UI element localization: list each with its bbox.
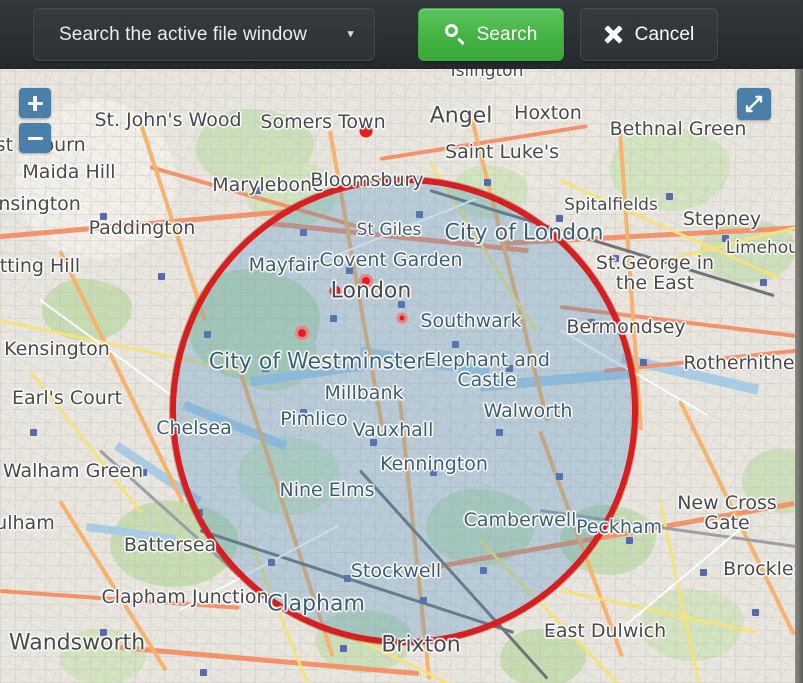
map-label: Bethnal Green <box>609 118 747 140</box>
search-scope-select[interactable]: Search the active file window ▼ <box>33 8 375 61</box>
map-label: Fulham <box>0 512 55 534</box>
map-label: Kennington <box>380 453 488 475</box>
chevron-down-icon: ▼ <box>345 28 356 40</box>
map-label: Nine Elms <box>279 479 375 501</box>
map-label: St. John's Wood <box>94 109 242 131</box>
map-label: Notting Hill <box>0 255 81 277</box>
map-viewport[interactable]: St. John's Wood Somers Town Angel Hoxton Isl… <box>0 69 803 683</box>
map-label: Clapham <box>267 591 365 617</box>
map-label: Paddington <box>88 217 196 239</box>
map-label: Wandsworth <box>8 630 146 656</box>
search-scope-label: Search the active file window <box>59 23 307 45</box>
map-label: Pimlico <box>280 408 348 430</box>
cancel-button[interactable]: Cancel <box>580 8 718 61</box>
cancel-button-label: Cancel <box>634 23 695 45</box>
map-label: Battersea <box>123 534 217 556</box>
map-label: New Cross Gate <box>677 492 777 534</box>
zoom-in-button[interactable] <box>19 88 51 118</box>
map-label: Covent Garden <box>319 249 463 271</box>
map-label: Walham Green <box>2 460 144 482</box>
search-button[interactable]: Search <box>418 8 564 61</box>
map-label: Walworth <box>483 400 573 422</box>
map-label: East Dulwich <box>543 620 667 642</box>
map-label: City of Westminster <box>208 349 426 375</box>
map-label: London <box>330 278 412 304</box>
map-label: Kensington <box>4 338 110 360</box>
zoom-controls <box>19 88 51 153</box>
minus-icon <box>27 131 43 146</box>
map-label: Saint Luke's <box>445 141 559 163</box>
map-label: Angel <box>429 103 493 129</box>
map-canvas[interactable]: St. John's Wood Somers Town Angel Hoxton Isl… <box>0 69 795 683</box>
plus-icon <box>27 95 43 111</box>
map-label: Limehouse <box>725 238 795 258</box>
map-label: Vauxhall <box>352 419 434 441</box>
map-label: Millbank <box>324 382 404 404</box>
map-label: Kensington <box>0 193 81 215</box>
close-x-icon <box>604 25 624 45</box>
zoom-out-button[interactable] <box>19 123 51 153</box>
map-label: Mayfair <box>248 254 320 276</box>
search-map-screen: Search the active file window ▼ Search C… <box>0 0 803 683</box>
map-label: Spitalfields <box>564 195 658 215</box>
map-label: St.George in the East <box>595 252 715 294</box>
search-toolbar: Search the active file window ▼ Search C… <box>0 0 803 69</box>
map-label: City of London <box>444 220 604 246</box>
map-label: Peckham <box>575 516 663 538</box>
map-label: Stepney <box>682 208 762 230</box>
map-label: Brixton <box>381 632 461 658</box>
map-label: Somers Town <box>260 111 386 133</box>
map-label: Rotherhithe <box>683 352 795 374</box>
map-label: Clapham Junction <box>101 586 269 608</box>
search-button-label: Search <box>476 23 538 45</box>
map-label: Chelsea <box>156 417 232 439</box>
map-label: Marylebone <box>212 174 324 196</box>
fullscreen-expand-icon <box>745 95 763 113</box>
map-label: Earl's Court <box>11 387 123 409</box>
map-label: Southwark <box>420 310 522 332</box>
map-label: Hoxton <box>514 102 582 124</box>
map-label: Bermondsey <box>566 316 686 338</box>
search-icon <box>444 24 466 45</box>
map-label: Brockley <box>723 558 795 580</box>
map-labels-layer: St. John's Wood Somers Town Angel Hoxton Isl… <box>0 69 795 683</box>
map-label: Camberwell <box>463 509 577 531</box>
map-label: Stockwell <box>350 560 442 582</box>
map-label: Bloomsbury <box>310 169 424 191</box>
map-label: Elephant and Castle <box>424 349 550 391</box>
map-label: Maida Hill <box>22 161 116 183</box>
map-label: Islington <box>450 69 524 81</box>
fullscreen-button[interactable] <box>737 88 771 120</box>
map-label: St Giles <box>356 220 422 240</box>
map-right-border <box>795 69 803 683</box>
